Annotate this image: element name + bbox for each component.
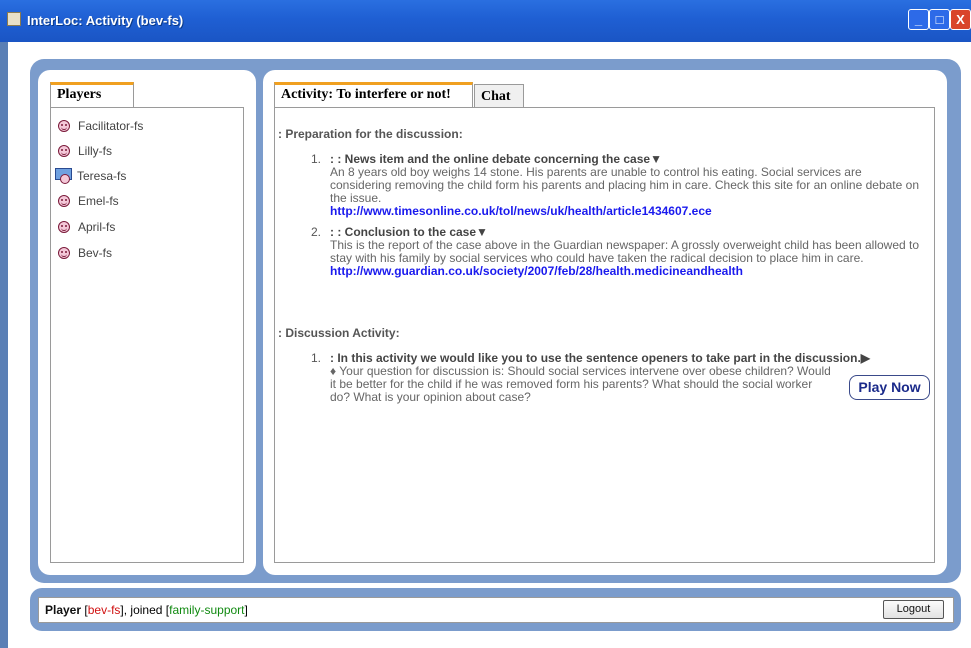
player-item[interactable]: Bev-fs <box>58 244 112 262</box>
bracket-close: ] <box>244 603 248 617</box>
tab-chat-label: Chat <box>481 89 511 104</box>
player-item[interactable]: Emel-fs <box>58 192 119 210</box>
item-body: ♦ Your question for discussion is: Shoul… <box>330 364 831 404</box>
player-item[interactable]: Facilitator-fs <box>58 117 143 135</box>
tab-activity[interactable]: Activity: To interfere or not! <box>274 82 473 107</box>
close-button[interactable]: X <box>950 9 971 30</box>
smiley-icon <box>58 145 70 157</box>
section-title-discussion: : Discussion Activity: <box>278 326 400 340</box>
minimize-button[interactable]: _ <box>908 9 929 30</box>
maximize-button[interactable]: □ <box>929 9 950 30</box>
item-heading[interactable]: : : Conclusion to the case <box>330 225 476 239</box>
player-item[interactable]: April-fs <box>58 218 115 236</box>
logout-button[interactable]: Logout <box>883 600 944 619</box>
player-item[interactable]: Teresa-fs <box>55 167 127 185</box>
item-link[interactable]: http://www.guardian.co.uk/society/2007/f… <box>330 265 926 278</box>
smiley-icon <box>58 195 70 207</box>
facilitator-computer-icon <box>55 168 73 184</box>
item-body: This is the report of the case above in … <box>330 238 920 265</box>
window-titlebar: InterLoc: Activity (bev-fs) _ □ X <box>0 0 971 42</box>
expand-down-icon[interactable]: ▼ <box>650 152 662 166</box>
activity-item: 2. : : Conclusion to the case▼ This is t… <box>311 225 926 278</box>
activity-item: 1. : : News item and the online debate c… <box>311 152 926 218</box>
item-number: 1. <box>311 152 322 166</box>
current-player-name: bev-fs <box>87 603 121 617</box>
item-link[interactable]: http://www.timesonline.co.uk/tol/news/uk… <box>330 205 926 218</box>
smiley-icon <box>58 247 70 259</box>
play-now-button[interactable]: Play Now <box>849 375 930 400</box>
player-name: Bev-fs <box>78 246 113 260</box>
player-label: Player <box>45 603 82 617</box>
item-number: 1. <box>311 351 322 365</box>
tab-chat[interactable]: Chat <box>474 84 524 107</box>
expand-right-icon[interactable]: ▶ <box>861 351 870 365</box>
expand-down-icon[interactable]: ▼ <box>476 225 488 239</box>
section-title-preparation: : Preparation for the discussion: <box>278 127 463 141</box>
activity-item: 1. : In this activity we would like you … <box>311 351 926 404</box>
group-name: family-support <box>169 603 245 617</box>
tab-players-label: Players <box>57 87 102 102</box>
smiley-icon <box>58 221 70 233</box>
window-title: InterLoc: Activity (bev-fs) <box>27 13 184 28</box>
player-name: Teresa-fs <box>77 169 127 183</box>
status-bar: Player [bev-fs], joined [family-support] <box>38 597 954 623</box>
java-app-icon <box>7 12 21 26</box>
item-number: 2. <box>311 225 322 239</box>
tab-players[interactable]: Players <box>50 82 134 107</box>
player-name: Emel-fs <box>78 194 119 208</box>
player-name: Facilitator-fs <box>78 119 144 133</box>
player-item[interactable]: Lilly-fs <box>58 142 112 160</box>
joined-text: , joined <box>123 603 163 617</box>
smiley-icon <box>58 120 70 132</box>
item-heading[interactable]: : In this activity we would like you to … <box>330 351 861 365</box>
player-name: Lilly-fs <box>78 144 113 158</box>
player-name: April-fs <box>78 220 116 234</box>
tab-activity-label: Activity: To interfere or not! <box>281 87 451 102</box>
item-heading[interactable]: : : News item and the online debate conc… <box>330 152 650 166</box>
item-body: An 8 years old boy weighs 14 stone. His … <box>330 165 919 205</box>
